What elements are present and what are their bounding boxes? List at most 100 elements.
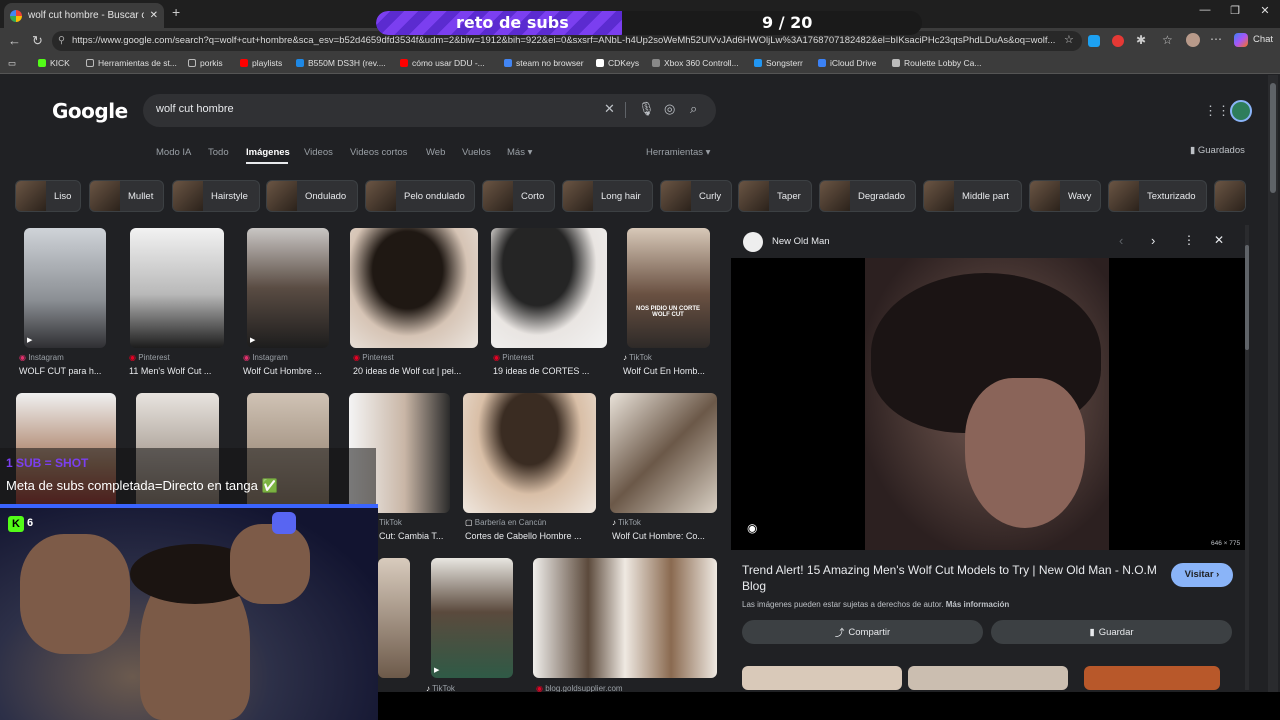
mic-icon[interactable]: 🎙 <box>638 101 655 117</box>
panel-scrollbar-track[interactable] <box>1245 225 1249 690</box>
chip-liso[interactable]: Liso <box>15 180 81 212</box>
preview-image[interactable] <box>865 258 1109 550</box>
bookmark-item[interactable]: KICK <box>38 58 70 68</box>
result-caption[interactable]: Cut: Cambia T... <box>379 531 451 541</box>
tools-button[interactable]: Herramientas ▾ <box>646 147 710 158</box>
result-caption[interactable]: 20 ideas de Wolf cut | pei... <box>353 366 477 376</box>
bookmark-item[interactable]: Herramientas de st... <box>86 58 177 68</box>
bookmark-item[interactable]: steam no browser <box>504 58 584 68</box>
search-box[interactable]: wolf cut hombre ✕ 🎙 ◎ ⌕ <box>143 94 716 127</box>
chip-degradado[interactable]: Degradado <box>819 180 916 212</box>
panel-scrollbar-thumb[interactable] <box>1245 245 1249 350</box>
share-button[interactable]: ⤴ Compartir <box>742 620 983 644</box>
result-image[interactable] <box>491 228 607 348</box>
visit-button[interactable]: Visitar › <box>1171 563 1233 587</box>
chip-long-hair[interactable]: Long hair <box>562 180 653 212</box>
tab-web[interactable]: Web <box>426 147 445 158</box>
chip-more[interactable] <box>1214 180 1246 212</box>
page-scrollbar-track[interactable] <box>1268 75 1278 692</box>
next-icon[interactable]: › <box>1151 233 1155 248</box>
tab-videos-cortos[interactable]: Videos cortos <box>350 147 407 158</box>
tab-modo-ia[interactable]: Modo IA <box>156 147 191 158</box>
bookmarks-menu-icon[interactable]: ▭ <box>8 58 16 69</box>
profile-avatar[interactable] <box>1186 33 1200 47</box>
more-info-link[interactable]: Más información <box>946 600 1010 609</box>
save-button[interactable]: ▮ Guardar <box>991 620 1232 644</box>
search-query[interactable]: wolf cut hombre <box>156 103 234 115</box>
page-scrollbar-thumb[interactable] <box>1270 83 1276 193</box>
result-caption[interactable]: 11 Men's Wolf Cut ... <box>129 366 227 376</box>
chip-mullet[interactable]: Mullet <box>89 180 164 212</box>
result-image[interactable]: ▶ <box>24 228 106 348</box>
bookmark-item[interactable]: iCloud Drive <box>818 58 876 68</box>
tab-videos[interactable]: Videos <box>304 147 333 158</box>
result-caption[interactable]: Wolf Cut Hombre ... <box>243 366 333 376</box>
extensions-puzzle-icon[interactable]: ✱ <box>1136 33 1146 47</box>
preview-title[interactable]: Trend Alert! 15 Amazing Men's Wolf Cut M… <box>742 562 1162 594</box>
result-caption[interactable]: Cortes de Cabello Hombre ... <box>465 531 595 541</box>
panel-site-name[interactable]: New Old Man <box>772 236 830 247</box>
account-avatar[interactable] <box>1230 100 1252 122</box>
site-info-icon[interactable]: ⚲ <box>58 31 65 51</box>
related-image[interactable] <box>908 666 1068 690</box>
lens-icon[interactable]: ◎ <box>664 101 675 117</box>
clear-icon[interactable]: ✕ <box>604 101 615 117</box>
apps-grid-icon[interactable]: ⋮⋮ <box>1204 103 1230 119</box>
result-caption[interactable]: 19 ideas de CORTES ... <box>493 366 605 376</box>
result-image[interactable]: NOS PIDIO UN CORTE WOLF CUT <box>627 228 710 348</box>
lens-search-icon[interactable]: ◉ <box>747 521 757 535</box>
more-options-icon[interactable]: ⋮ <box>1183 233 1195 247</box>
bookmark-item[interactable]: cómo usar DDU -... <box>400 58 485 68</box>
bookmark-star-icon[interactable]: ☆ <box>1064 33 1074 46</box>
chip-texturizado[interactable]: Texturizado <box>1108 180 1207 212</box>
bookmark-item[interactable]: porkis <box>188 58 223 68</box>
result-image[interactable]: ▶ <box>431 558 513 678</box>
result-image[interactable] <box>378 558 410 678</box>
more-menu-icon[interactable]: ⋯ <box>1210 32 1222 46</box>
favorites-icon[interactable]: ☆ <box>1162 33 1173 47</box>
tab-mas[interactable]: Más ▾ <box>507 147 532 158</box>
chip-curly[interactable]: Curly <box>660 180 732 212</box>
bookmark-item[interactable]: B550M DS3H (rev.... <box>296 58 386 68</box>
browser-tab[interactable]: wolf cut hombre - Buscar con Goo ✕ <box>4 3 164 28</box>
bookmark-item[interactable]: CDKeys <box>596 58 639 68</box>
chip-hairstyle[interactable]: Hairstyle <box>172 180 260 212</box>
copilot-icon[interactable] <box>1234 33 1248 47</box>
result-image[interactable] <box>533 558 717 678</box>
close-window-icon[interactable]: ✕ <box>1250 4 1280 17</box>
result-image[interactable] <box>610 393 717 513</box>
bookmark-item[interactable]: Xbox 360 Controll... <box>652 58 739 68</box>
extension-icon[interactable] <box>1088 35 1100 47</box>
bookmark-item[interactable]: Songsterr <box>754 58 803 68</box>
related-image[interactable] <box>1084 666 1220 690</box>
result-caption[interactable]: Wolf Cut En Homb... <box>623 366 715 376</box>
reload-icon[interactable]: ↻ <box>32 33 43 49</box>
google-logo[interactable]: Google <box>52 99 128 123</box>
result-image[interactable] <box>463 393 596 513</box>
new-tab-icon[interactable]: + <box>172 4 180 20</box>
chip-corto[interactable]: Corto <box>482 180 555 212</box>
close-tab-icon[interactable]: ✕ <box>150 10 158 21</box>
chip-taper[interactable]: Taper <box>738 180 812 212</box>
extension-icon[interactable] <box>1112 35 1124 47</box>
chip-wavy[interactable]: Wavy <box>1029 180 1101 212</box>
chat-button-label[interactable]: Chat <box>1253 34 1273 45</box>
chip-pelo-ondulado[interactable]: Pelo ondulado <box>365 180 475 212</box>
result-caption[interactable]: Wolf Cut Hombre: Co... <box>612 531 716 541</box>
tab-imagenes[interactable]: Imágenes <box>246 147 290 158</box>
chip-ondulado[interactable]: Ondulado <box>266 180 358 212</box>
result-image[interactable]: ▶ <box>247 228 329 348</box>
related-image[interactable] <box>742 666 902 690</box>
search-icon[interactable]: ⌕ <box>690 101 697 117</box>
result-image[interactable] <box>130 228 224 348</box>
result-image[interactable] <box>350 228 478 348</box>
chip-middle-part[interactable]: Middle part <box>923 180 1022 212</box>
bookmark-item[interactable]: Roulette Lobby Ca... <box>892 58 982 68</box>
bookmark-item[interactable]: playlists <box>240 58 282 68</box>
saved-link[interactable]: ▮ Guardados <box>1190 145 1245 156</box>
tab-todo[interactable]: Todo <box>208 147 229 158</box>
result-caption[interactable]: WOLF CUT para h... <box>19 366 111 376</box>
close-panel-icon[interactable]: ✕ <box>1214 233 1224 247</box>
tab-vuelos[interactable]: Vuelos <box>462 147 491 158</box>
previous-icon[interactable]: ‹ <box>1119 233 1123 248</box>
